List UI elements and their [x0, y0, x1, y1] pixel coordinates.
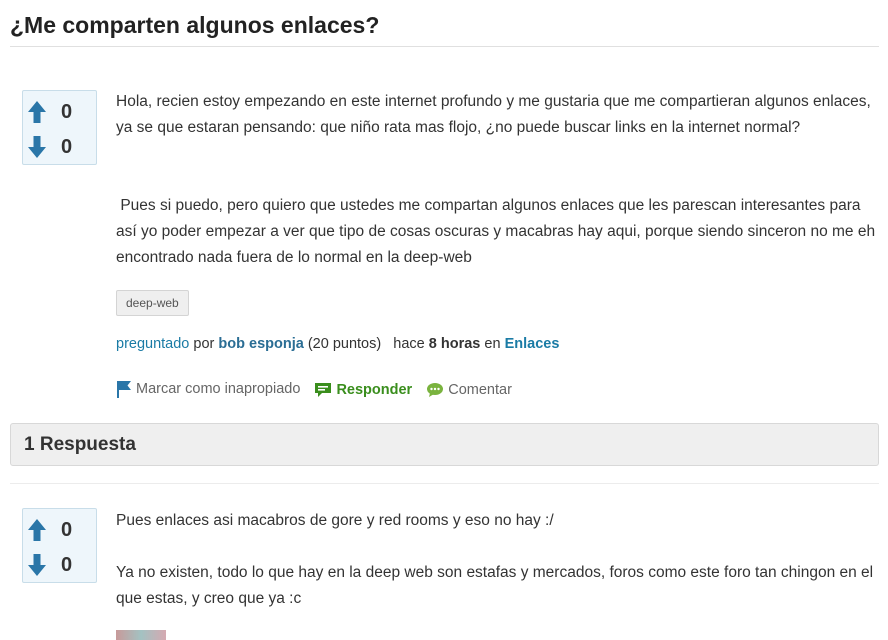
vote-up-icon[interactable] — [27, 518, 47, 542]
question-body-paragraph: Pues si puedo, pero quiero que ustedes m… — [116, 193, 876, 271]
answer-body-paragraph: Ya no existen, todo lo que hay en la dee… — [116, 560, 876, 612]
question-vote-up-row: 0 — [23, 97, 96, 127]
author-link[interactable]: bob esponja — [218, 336, 303, 352]
answers-divider — [10, 483, 879, 484]
answers-header-bar: 1 Respuesta — [10, 423, 879, 466]
title-divider — [10, 46, 879, 47]
question-actions: Marcar como inapropiado Responder Coment… — [116, 380, 522, 402]
vote-down-icon[interactable] — [27, 135, 47, 159]
question-vote-box: 0 0 — [22, 90, 97, 165]
question-paragraph-1: Hola, recien estoy empezando en este int… — [116, 93, 871, 136]
comment-button[interactable]: Comentar — [426, 382, 512, 398]
answer-paragraph-1: Pues enlaces asi macabros de gore y red … — [116, 512, 554, 529]
meta-by: por — [193, 336, 215, 352]
meta-ago-value: 8 horas — [428, 336, 481, 352]
answer-vote-down-row: 0 — [23, 550, 96, 580]
meta-in: en — [484, 336, 501, 352]
question-paragraph-2: Pues si puedo, pero quiero que ustedes m… — [116, 197, 880, 266]
answer-upvote-count: 0 — [61, 519, 73, 541]
question-downvote-count: 0 — [61, 136, 73, 158]
meta-ago-prefix: hace — [393, 336, 425, 352]
comment-label: Comentar — [448, 382, 512, 398]
asked-link[interactable]: preguntado — [116, 336, 189, 352]
question-vote-down-row: 0 — [23, 132, 96, 162]
question-title: ¿Me comparten algunos enlaces? — [10, 12, 380, 38]
comment-icon — [427, 383, 444, 397]
answer-body-paragraph: Pues enlaces asi macabros de gore y red … — [116, 508, 876, 534]
answer-paragraph-2: Ya no existen, todo lo que hay en la dee… — [116, 564, 874, 607]
answer-button[interactable]: Responder — [314, 382, 412, 398]
answers-count-heading: 1 Respuesta — [24, 434, 136, 455]
flag-button[interactable]: Marcar como inapropiado — [116, 380, 300, 398]
question-upvote-count: 0 — [61, 101, 73, 123]
answer-vote-up-row: 0 — [23, 515, 96, 545]
question-meta: preguntado por bob esponja (20 puntos) h… — [116, 336, 559, 352]
avatar[interactable] — [116, 630, 166, 640]
vote-down-icon[interactable] — [27, 553, 47, 577]
author-points: (20 puntos) — [307, 336, 382, 352]
category-link[interactable]: Enlaces — [505, 336, 560, 352]
answer-downvote-count: 0 — [61, 554, 73, 576]
answer-vote-box: 0 0 — [22, 508, 97, 583]
tag-deep-web[interactable]: deep-web — [116, 290, 189, 316]
flag-label: Marcar como inapropiado — [136, 381, 301, 397]
vote-up-icon[interactable] — [27, 100, 47, 124]
question-body-paragraph: Hola, recien estoy empezando en este int… — [116, 89, 876, 141]
flag-icon — [117, 381, 131, 398]
speech-bubble-icon — [315, 383, 332, 397]
answer-label: Responder — [336, 382, 413, 398]
